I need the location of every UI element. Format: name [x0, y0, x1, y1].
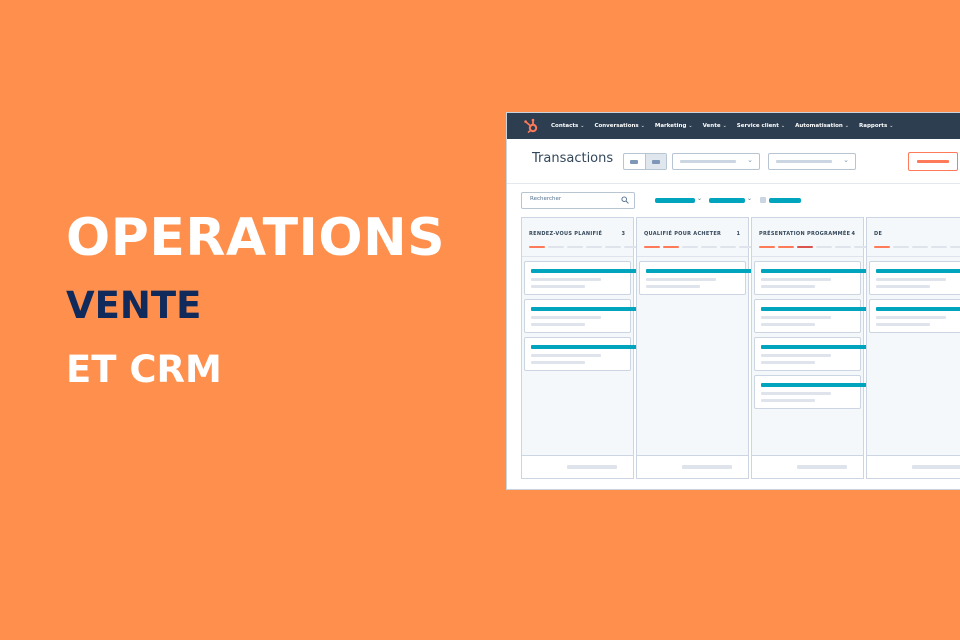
column-title: PRÉSENTATION PROGRAMMÉE: [759, 231, 851, 237]
nav-rapports[interactable]: Rapports ⌄: [859, 123, 893, 129]
dropdown-value-placeholder: [776, 160, 832, 163]
list-view-button[interactable]: [624, 154, 645, 169]
hero-subtitle-crm: ET CRM: [66, 348, 222, 391]
nav-automatisation[interactable]: Automatisation ⌄: [795, 123, 849, 129]
deal-card[interactable]: [754, 375, 873, 409]
board-column: DE: [866, 217, 960, 479]
column-footer: [637, 455, 748, 478]
page-title: Transactions: [532, 151, 614, 166]
nav-service-client-label: Service client: [736, 123, 779, 129]
chevron-down-icon: ⌄: [580, 123, 585, 129]
search-input[interactable]: Rechercher: [521, 192, 635, 209]
nav-vente-label: Vente: [702, 123, 721, 129]
column-header: RENDEZ-VOUS PLANIFIÉ 3: [522, 218, 640, 257]
list-view-icon: [630, 159, 639, 164]
chevron-down-icon: ⌄: [640, 123, 645, 129]
board-column: QUALIFIÉ POUR ACHETER 1: [636, 217, 758, 479]
deal-card[interactable]: [524, 299, 643, 333]
filter-more[interactable]: [769, 198, 801, 203]
nav-vente[interactable]: Vente ⌄: [703, 123, 727, 129]
deal-card[interactable]: [524, 261, 643, 295]
view-toggle[interactable]: [623, 153, 667, 170]
hero-title: OPERATIONS: [66, 208, 446, 268]
hero-text: OPERATIONS VENTE ET CRM: [66, 202, 445, 394]
nav-rapports-label: Rapports: [859, 123, 888, 129]
hero-subtitle-vente: VENTE: [66, 284, 202, 327]
pipeline-dropdown[interactable]: ⌄: [672, 153, 760, 170]
filter-owner[interactable]: [655, 198, 695, 203]
deal-card[interactable]: [754, 299, 873, 333]
filter-date[interactable]: [709, 198, 745, 203]
nav-contacts-label: Contacts: [551, 123, 579, 129]
create-deal-button[interactable]: [908, 152, 958, 171]
stage-progress: [529, 246, 643, 248]
deal-card[interactable]: [869, 261, 960, 295]
filter-checkbox[interactable]: [760, 197, 766, 203]
deal-card[interactable]: [754, 337, 873, 371]
button-label-placeholder: [917, 160, 949, 163]
deal-board: RENDEZ-VOUS PLANIFIÉ 3 QUALIFIÉ POUR ACH…: [521, 217, 960, 479]
column-footer: [867, 455, 960, 478]
owner-dropdown[interactable]: ⌄: [768, 153, 856, 170]
nav-automatisation-label: Automatisation: [795, 123, 843, 129]
board-view-icon: [651, 159, 660, 164]
search-icon: [621, 196, 629, 204]
filter-row: Rechercher ⌄ ⌄: [507, 184, 960, 218]
nav-contacts[interactable]: Contacts ⌄: [551, 123, 584, 129]
deal-card[interactable]: [524, 337, 643, 371]
column-header: QUALIFIÉ POUR ACHETER 1: [637, 218, 755, 257]
nav-marketing[interactable]: Marketing ⌄: [655, 123, 693, 129]
board-column: RENDEZ-VOUS PLANIFIÉ 3: [521, 217, 643, 479]
chevron-down-icon: ⌄: [780, 123, 786, 129]
deal-card[interactable]: [754, 261, 873, 295]
nav-service-client[interactable]: Service client ⌄: [737, 123, 785, 129]
chevron-down-icon: ⌄: [843, 156, 849, 164]
chevron-down-icon: ⌄: [697, 195, 703, 202]
column-title: DE: [874, 231, 883, 237]
column-header: DE: [867, 218, 960, 257]
nav-conversations[interactable]: Conversations ⌄: [594, 123, 644, 129]
deal-card[interactable]: [869, 299, 960, 333]
crm-app-screenshot: Contacts ⌄ Conversations ⌄ Marketing ⌄ Vent…: [507, 113, 960, 489]
column-count: 1: [736, 231, 740, 237]
column-count: 4: [851, 231, 855, 237]
column-header: PRÉSENTATION PROGRAMMÉE 4: [752, 218, 870, 257]
chevron-down-icon: ⌄: [889, 123, 894, 129]
column-title: QUALIFIÉ POUR ACHETER: [644, 231, 722, 237]
chevron-down-icon: ⌄: [722, 123, 727, 129]
deal-card[interactable]: [639, 261, 758, 295]
column-title: RENDEZ-VOUS PLANIFIÉ: [529, 231, 603, 237]
board-column: PRÉSENTATION PROGRAMMÉE 4: [751, 217, 873, 479]
dropdown-value-placeholder: [680, 160, 736, 163]
board-view-button[interactable]: [644, 154, 666, 169]
chevron-down-icon: ⌄: [747, 156, 753, 164]
nav-conversations-label: Conversations: [594, 123, 639, 129]
stage-progress: [759, 246, 873, 248]
stage-progress: [874, 246, 960, 248]
column-footer: [522, 455, 633, 478]
top-nav-bar: Contacts ⌄ Conversations ⌄ Marketing ⌄ Vent…: [507, 113, 960, 139]
column-count: 3: [621, 231, 625, 237]
hubspot-sprocket-icon[interactable]: [523, 118, 539, 134]
page-toolbar: Transactions ⌄ ⌄: [507, 139, 960, 184]
search-placeholder: Rechercher: [530, 196, 562, 202]
nav-marketing-label: Marketing: [654, 123, 687, 129]
chevron-down-icon: ⌄: [688, 123, 693, 129]
column-footer: [752, 455, 863, 478]
chevron-down-icon: ⌄: [844, 123, 849, 129]
stage-progress: [644, 246, 758, 248]
chevron-down-icon: ⌄: [747, 195, 753, 202]
